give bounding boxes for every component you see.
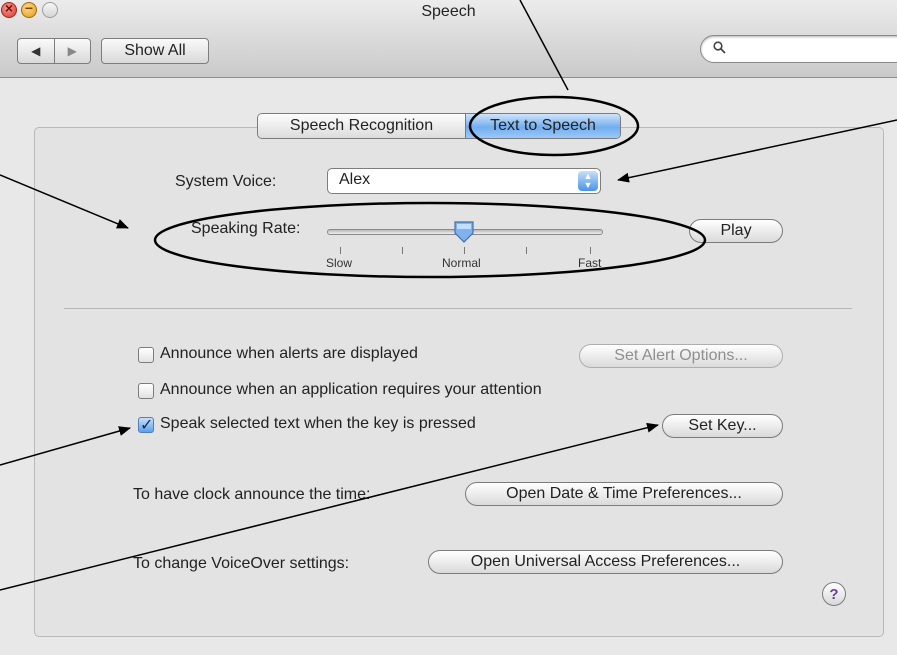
speak-selected-text-label: Speak selected text when the key is pres… — [160, 415, 476, 432]
window-title: Speech — [421, 3, 476, 20]
help-button[interactable]: ? — [822, 582, 846, 606]
tab-text-to-speech[interactable]: Text to Speech — [466, 114, 620, 138]
voiceover-settings-label: To change VoiceOver settings: — [133, 555, 350, 572]
slider-tick — [340, 247, 341, 254]
system-voice-popup[interactable]: Alex ▲ ▼ — [327, 168, 601, 194]
tab-speech-recognition[interactable]: Speech Recognition — [258, 114, 466, 138]
section-divider — [64, 308, 852, 309]
tab-bar: Speech Recognition Text to Speech — [257, 113, 621, 139]
clock-announce-label: To have clock announce the time: — [133, 486, 371, 503]
announce-alerts-checkbox[interactable] — [138, 347, 154, 363]
slider-tick — [590, 247, 591, 254]
checkmark-icon: ✓ — [140, 417, 154, 434]
back-arrow-icon: ◀ — [31, 44, 41, 58]
popup-arrows-icon: ▲ ▼ — [578, 171, 598, 191]
search-icon — [713, 41, 726, 54]
back-button[interactable]: ◀ — [18, 39, 55, 63]
system-voice-value: Alex — [339, 171, 371, 188]
search-field[interactable] — [700, 35, 897, 63]
forward-arrow-icon: ▶ — [67, 44, 77, 58]
speak-selected-text-checkbox[interactable]: ✓ — [138, 417, 154, 434]
open-universal-access-preferences-button[interactable]: Open Universal Access Preferences... — [428, 550, 783, 574]
slider-label-slow: Slow — [326, 256, 353, 270]
slider-label-fast: Fast — [578, 256, 602, 270]
forward-button[interactable]: ▶ — [55, 39, 91, 63]
announce-attention-label: Announce when an application requires yo… — [160, 381, 542, 398]
show-all-button[interactable]: Show All — [101, 38, 209, 64]
slider-tick — [526, 247, 527, 254]
set-key-button[interactable]: Set Key... — [662, 414, 783, 438]
slider-label-normal: Normal — [442, 256, 481, 270]
navigation-segment: ◀ ▶ — [17, 38, 91, 64]
announce-alerts-label: Announce when alerts are displayed — [160, 345, 418, 362]
system-voice-label: System Voice: — [175, 173, 277, 190]
window-toolbar: × − Speech ◀ ▶ Show All — [0, 0, 897, 78]
speaking-rate-slider-thumb[interactable] — [453, 220, 475, 244]
announce-attention-checkbox[interactable] — [138, 383, 154, 399]
slider-tick — [402, 247, 403, 254]
play-button[interactable]: Play — [689, 219, 783, 243]
speaking-rate-label: Speaking Rate: — [191, 220, 301, 237]
set-alert-options-button[interactable]: Set Alert Options... — [579, 344, 783, 368]
open-date-time-preferences-button[interactable]: Open Date & Time Preferences... — [465, 482, 783, 506]
speech-preferences-window: × − Speech ◀ ▶ Show All Speech Recogniti… — [0, 0, 897, 655]
slider-tick — [464, 247, 465, 254]
